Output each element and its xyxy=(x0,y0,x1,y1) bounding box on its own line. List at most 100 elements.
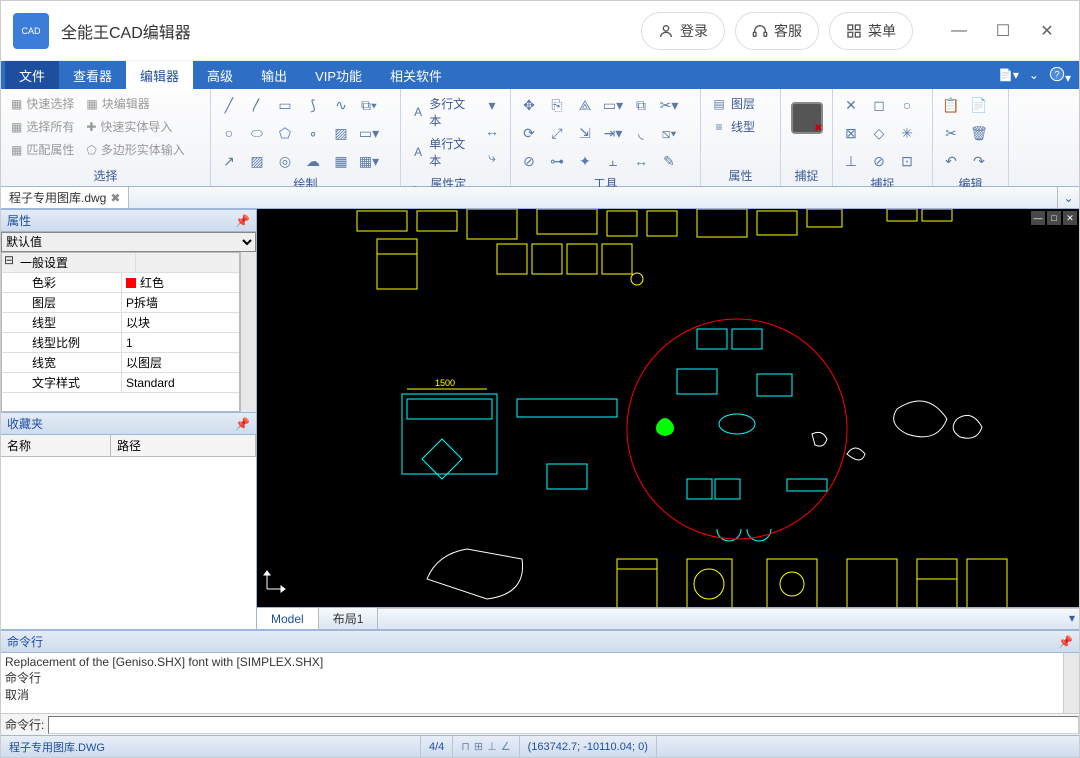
tab-advanced[interactable]: 高级 xyxy=(193,61,247,89)
tab-related[interactable]: 相关软件 xyxy=(376,61,456,89)
osnap-mid-icon[interactable]: ◻ xyxy=(867,93,891,117)
grid-toggle-icon[interactable]: ⊞ xyxy=(474,740,483,753)
tab-file[interactable]: 文件 xyxy=(5,61,59,89)
quick-select[interactable]: ▦快速选择 xyxy=(7,93,78,114)
quick-entity-import[interactable]: ✚快速实体导入 xyxy=(82,116,188,137)
file-tabs-dropdown[interactable]: ⌄ xyxy=(1057,187,1079,208)
break-icon[interactable]: ⊘ xyxy=(517,149,541,173)
snap-button[interactable] xyxy=(787,93,826,143)
prop-group-general[interactable]: ⊟一般设置 xyxy=(2,253,239,273)
ribbon-dropdown-icon[interactable]: 📄▾ xyxy=(998,68,1019,82)
linetype-button[interactable]: ≡线型 xyxy=(707,116,759,137)
text-more-1[interactable]: ▾ xyxy=(480,93,504,117)
erase-icon[interactable]: 🗑 xyxy=(967,121,991,145)
insert-icon[interactable]: ⧉▾ xyxy=(357,93,381,117)
maximize-button[interactable]: ☐ xyxy=(983,13,1023,49)
ribbon-collapse-icon[interactable]: ⌄ xyxy=(1029,68,1039,82)
mtext-button[interactable]: A多行文本 xyxy=(407,93,476,131)
layout-tabs-scroll[interactable] xyxy=(378,608,1079,629)
text-dim-icon[interactable]: ↔ xyxy=(480,119,504,143)
text-leader-icon[interactable]: ⤷ xyxy=(480,145,504,169)
rotate-icon[interactable]: ⟳ xyxy=(517,121,541,145)
line-icon[interactable]: ╱ xyxy=(217,93,241,117)
lengthen-icon[interactable]: ↔ xyxy=(629,149,653,173)
polygon-entity-input[interactable]: ⬠多边形实体输入 xyxy=(82,139,188,160)
move-icon[interactable]: ✥ xyxy=(517,93,541,117)
osnap-perp-icon[interactable]: ⊥ xyxy=(839,149,863,173)
polyline-icon[interactable]: 〳 xyxy=(245,93,269,117)
snap-toggle-icon[interactable]: ⊓ xyxy=(461,740,470,753)
props-scrollbar[interactable] xyxy=(240,252,256,412)
stext-button[interactable]: A单行文本 xyxy=(407,133,476,171)
osnap-end-icon[interactable]: ✕ xyxy=(839,93,863,117)
tab-viewer[interactable]: 查看器 xyxy=(59,61,126,89)
xline-icon[interactable]: ▨ xyxy=(245,149,269,173)
arc-icon[interactable]: ⟆ xyxy=(301,93,325,117)
prop-row-layer[interactable]: 图层P拆墙 xyxy=(2,293,239,313)
join-icon[interactable]: ⊶ xyxy=(545,149,569,173)
osnap-int-icon[interactable]: ✳ xyxy=(895,121,919,145)
osnap-quad-icon[interactable]: ◇ xyxy=(867,121,891,145)
clipboard-paste-icon[interactable]: 📄 xyxy=(967,93,991,117)
explode-icon[interactable]: ✦ xyxy=(573,149,597,173)
clipboard-copy-icon[interactable]: 📋 xyxy=(939,93,963,117)
minimize-button[interactable]: — xyxy=(939,13,979,49)
prop-row-textstyle[interactable]: 文字样式Standard xyxy=(2,373,239,393)
help-icon[interactable]: ?▾ xyxy=(1049,66,1071,85)
props-default-select[interactable]: 默认值 xyxy=(1,232,256,252)
copy-icon[interactable]: ⎘ xyxy=(545,93,569,117)
osnap-cen-icon[interactable]: ○ xyxy=(895,93,919,117)
command-input[interactable] xyxy=(48,716,1079,734)
pedit-icon[interactable]: ✎ xyxy=(657,149,681,173)
service-button[interactable]: 客服 xyxy=(735,12,819,50)
hatch-icon[interactable]: ▨ xyxy=(329,121,353,145)
undo-icon[interactable]: ↶ xyxy=(939,149,963,173)
layout-tab-1[interactable]: 布局1 xyxy=(319,608,379,629)
region-icon[interactable]: ▭▾ xyxy=(357,121,381,145)
block-editor[interactable]: ▦块编辑器 xyxy=(82,93,188,114)
drawing-canvas[interactable]: — □ ✕ xyxy=(257,209,1079,607)
ortho-toggle-icon[interactable]: ⊥ xyxy=(487,740,497,753)
osnap-tan-icon[interactable]: ⊘ xyxy=(867,149,891,173)
extend-icon[interactable]: ⇥▾ xyxy=(601,121,625,145)
point-icon[interactable]: ∘ xyxy=(301,121,325,145)
redo-icon[interactable]: ↷ xyxy=(967,149,991,173)
vp-max-icon[interactable]: □ xyxy=(1047,211,1061,225)
table-icon[interactable]: ▦▾ xyxy=(357,149,381,173)
wipeout-icon[interactable]: ▦ xyxy=(329,149,353,173)
tab-output[interactable]: 输出 xyxy=(247,61,301,89)
file-tab-close-icon[interactable]: ✖ xyxy=(110,191,120,205)
cmd-pin-icon[interactable]: 📌 xyxy=(1058,635,1073,649)
close-button[interactable]: ✕ xyxy=(1027,13,1067,49)
chamfer-icon[interactable]: ⧅▾ xyxy=(657,121,681,145)
tab-vip[interactable]: VIP功能 xyxy=(301,61,376,89)
prop-row-lineweight[interactable]: 线宽以图层 xyxy=(2,353,239,373)
prop-row-ltscale[interactable]: 线型比例1 xyxy=(2,333,239,353)
file-tab-active[interactable]: 程子专用图库.dwg ✖ xyxy=(1,187,129,208)
pin-icon[interactable]: 📌 xyxy=(235,214,250,228)
tab-editor[interactable]: 编辑器 xyxy=(126,61,193,89)
vp-close-icon[interactable]: ✕ xyxy=(1063,211,1077,225)
layer-button[interactable]: ▤图层 xyxy=(707,93,759,114)
fav-pin-icon[interactable]: 📌 xyxy=(235,417,250,431)
select-all[interactable]: ▦选择所有 xyxy=(7,116,78,137)
polygon-icon[interactable]: ⬠ xyxy=(273,121,297,145)
circle-icon[interactable]: ○ xyxy=(217,121,241,145)
donut-icon[interactable]: ◎ xyxy=(273,149,297,173)
fillet-icon[interactable]: ◟ xyxy=(629,121,653,145)
prop-row-linetype[interactable]: 线型以块 xyxy=(2,313,239,333)
mirror-icon[interactable]: ⟁ xyxy=(573,93,597,117)
match-props[interactable]: ▦匹配属性 xyxy=(7,139,78,160)
ellipse-icon[interactable]: ⬭ xyxy=(245,121,269,145)
osnap-near-icon[interactable]: ⊡ xyxy=(895,149,919,173)
trim-icon[interactable]: ✂▾ xyxy=(657,93,681,117)
scale-icon[interactable]: ⤢ xyxy=(545,121,569,145)
stretch-icon[interactable]: ⇲ xyxy=(573,121,597,145)
cut-icon[interactable]: ✂ xyxy=(939,121,963,145)
ray-icon[interactable]: ↗ xyxy=(217,149,241,173)
spline-icon[interactable]: ∿ xyxy=(329,93,353,117)
layout-tab-model[interactable]: Model xyxy=(257,608,319,629)
align-icon[interactable]: ⫠ xyxy=(601,149,625,173)
revcloud-icon[interactable]: ☁ xyxy=(301,149,325,173)
osnap-node-icon[interactable]: ⊠ xyxy=(839,121,863,145)
